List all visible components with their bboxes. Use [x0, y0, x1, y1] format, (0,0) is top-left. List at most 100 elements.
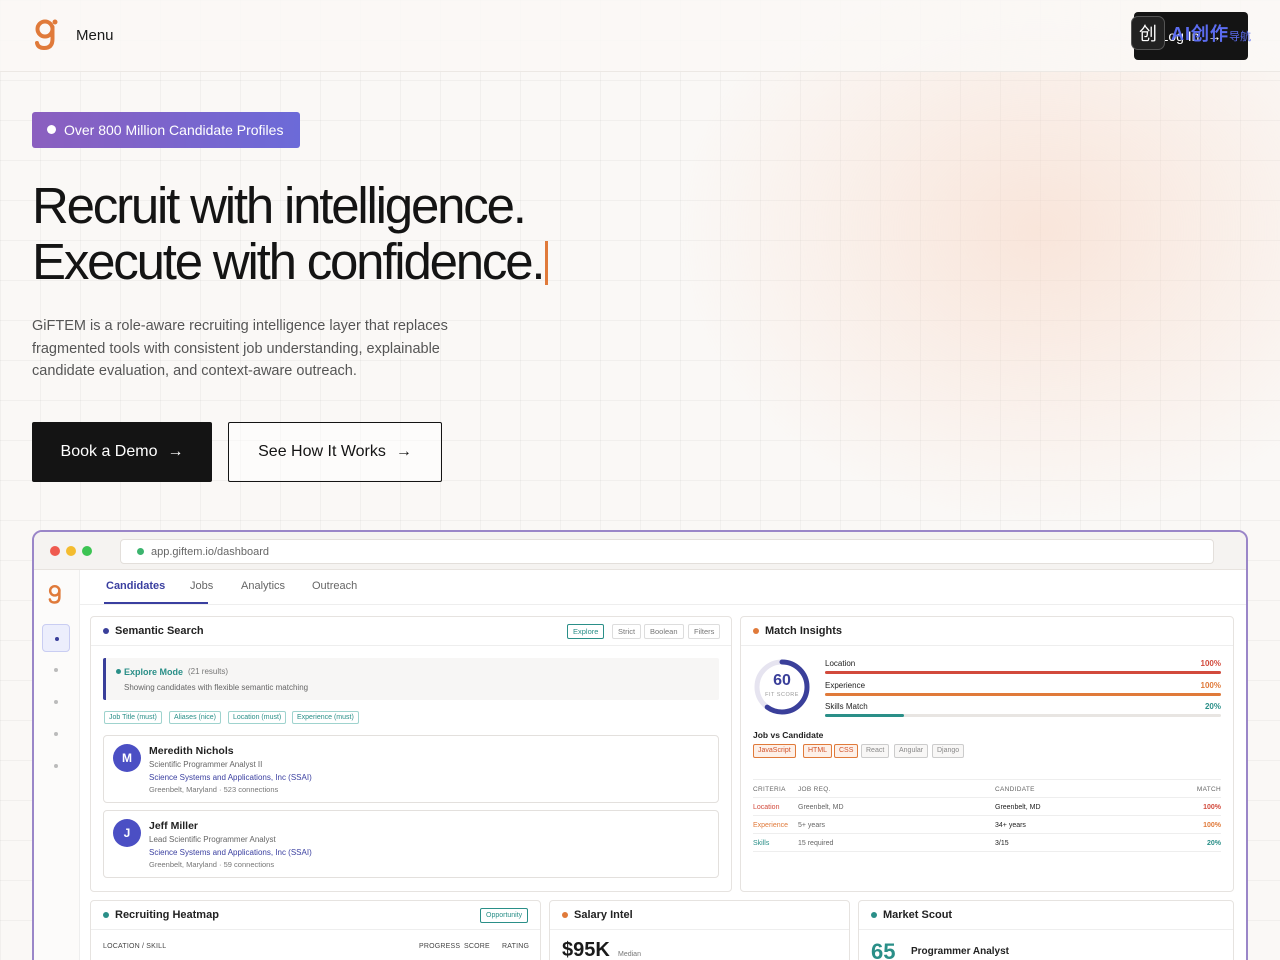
filter-tag[interactable]: Location (must): [228, 711, 287, 724]
semantic-search-card: Semantic Search Explore Strict Boolean F…: [90, 616, 732, 892]
card-title: Salary Intel: [574, 909, 633, 921]
col-criteria: CRITERIA: [753, 786, 786, 793]
filter-tag[interactable]: Aliases (nice): [169, 711, 222, 724]
giftem-logo-icon[interactable]: [48, 584, 64, 605]
candidate-company[interactable]: Science Systems and Applications, Inc (S…: [149, 773, 312, 782]
typing-caret: [545, 241, 549, 285]
active-tab-indicator: [104, 602, 208, 604]
recruiting-heatmap-card: Recruiting Heatmap Opportunity LOCATION …: [90, 900, 541, 960]
profiles-badge: Over 800 Million Candidate Profiles: [32, 112, 300, 148]
app-tabs: Candidates Jobs Analytics Outreach: [80, 570, 1246, 605]
status-dot-icon: [103, 628, 109, 634]
candidate-connections: 523 connections: [223, 785, 279, 794]
row-cand: 3/15: [995, 840, 1009, 847]
status-dot-icon: [562, 912, 568, 918]
candidate-card[interactable]: J Jeff Miller Lead Scientific Programmer…: [103, 810, 719, 878]
row-match: 100%: [1203, 822, 1221, 829]
card-header: Semantic Search Explore Strict Boolean F…: [91, 617, 731, 646]
candidate-connections: 59 connections: [223, 860, 275, 869]
app-sidebar: [34, 570, 80, 960]
filter-tag[interactable]: Job Title (must): [104, 711, 162, 724]
col-progress: PROGRESS: [419, 943, 461, 950]
candidate-name: Jeff Miller: [149, 820, 199, 832]
criteria-table: CRITERIA JOB REQ. CANDIDATE MATCH Locati…: [753, 779, 1221, 852]
sidebar-item-active[interactable]: [42, 624, 70, 652]
mode-strict-chip[interactable]: Strict: [612, 624, 642, 639]
top-nav: Menu Log In → 创 AI创作 导航: [0, 0, 1280, 72]
row-match: 20%: [1206, 840, 1221, 847]
dashboard-preview-window: app.giftem.io/dashboard Candidates Jobs …: [32, 530, 1248, 960]
candidate-meta: Greenbelt, Maryland · 523 connections: [149, 785, 279, 794]
dot-icon: [54, 700, 58, 704]
row-criteria: Skills: [753, 840, 770, 847]
sidebar-item[interactable]: [42, 656, 70, 684]
skill-tag: React: [861, 744, 890, 758]
mode-explore-chip[interactable]: Explore: [567, 624, 605, 639]
headline-line-1: Recruit with intelligence.: [32, 177, 527, 234]
col-score: SCORE: [464, 943, 490, 950]
menu-button[interactable]: Menu: [76, 27, 114, 44]
scout-role: Programmer Analyst: [911, 946, 1009, 957]
book-demo-label: Book a Demo: [60, 443, 158, 460]
dot-icon: [54, 764, 58, 768]
salary-value: $95K: [562, 939, 610, 960]
watermark-logo: 创 AI创作 导航: [1131, 14, 1253, 52]
see-how-it-works-button[interactable]: See How It Works →: [228, 422, 442, 482]
status-dot-icon: [103, 912, 109, 918]
arrow-right-icon: →: [167, 443, 184, 460]
card-title: Recruiting Heatmap: [115, 909, 219, 921]
tab-jobs[interactable]: Jobs: [190, 580, 213, 592]
filter-tag[interactable]: Experience (must): [292, 711, 359, 724]
col-candidate: CANDIDATE: [995, 786, 1035, 793]
maximize-dot-icon[interactable]: [82, 546, 92, 556]
skill-tag-matched: CSS: [834, 744, 859, 758]
candidate-title: Lead Scientific Programmer Analyst: [149, 835, 276, 844]
card-title: Market Scout: [883, 909, 953, 921]
giftem-logo-icon[interactable]: [34, 18, 60, 52]
mode-filters-chip[interactable]: Filters: [688, 624, 721, 639]
row-req: 5+ years: [798, 822, 826, 829]
opportunity-badge[interactable]: Opportunity: [480, 908, 529, 923]
tab-candidates[interactable]: Candidates: [106, 580, 165, 592]
bar-percent: 100%: [1200, 681, 1221, 690]
tab-analytics[interactable]: Analytics: [241, 580, 285, 592]
badge-label: Over 800 Million Candidate Profiles: [64, 122, 284, 138]
minimize-dot-icon[interactable]: [66, 546, 76, 556]
tab-outreach[interactable]: Outreach: [312, 580, 357, 592]
status-dot-icon: [871, 912, 877, 918]
arrow-right-icon: →: [395, 443, 412, 460]
secure-dot-icon: [137, 548, 144, 555]
close-dot-icon[interactable]: [50, 546, 60, 556]
candidate-company[interactable]: Science Systems and Applications, Inc (S…: [149, 848, 312, 857]
skill-tag: Django: [932, 744, 965, 758]
dot-icon: [54, 732, 58, 736]
match-insights-card: Match Insights 60 FIT SCORE Location 100…: [740, 616, 1234, 892]
bar-track: [825, 693, 1221, 696]
status-dot-icon: [753, 628, 759, 634]
job-vs-candidate-title: Job vs Candidate: [753, 730, 824, 740]
candidate-card[interactable]: M Meredith Nichols Scientific Programmer…: [103, 735, 719, 803]
sidebar-item[interactable]: [42, 688, 70, 716]
headline-line-2: Execute with confidence.: [32, 233, 546, 290]
browser-chrome: app.giftem.io/dashboard: [34, 532, 1246, 570]
col-job-req: JOB REQ.: [798, 786, 831, 793]
explore-mode-banner: Explore Mode (21 results) Showing candid…: [103, 658, 719, 700]
col-location-skill: LOCATION / SKILL: [103, 943, 167, 950]
match-bar: Skills Match 20%: [825, 702, 1221, 722]
url-bar[interactable]: app.giftem.io/dashboard: [120, 539, 1214, 564]
url-text: app.giftem.io/dashboard: [151, 545, 270, 558]
bar-fill: [825, 693, 1221, 696]
book-demo-button[interactable]: Book a Demo →: [32, 422, 212, 482]
match-bar: Location 100%: [825, 659, 1221, 679]
col-match: MATCH: [1196, 786, 1221, 793]
dot-icon: [54, 668, 58, 672]
table-row: Skills 15 required 3/15 20%: [753, 834, 1221, 852]
sidebar-item[interactable]: [42, 752, 70, 780]
bar-percent: 100%: [1200, 659, 1221, 668]
avatar: J: [113, 819, 141, 847]
table-row: Location Greenbelt, MD Greenbelt, MD 100…: [753, 798, 1221, 816]
sidebar-item[interactable]: [42, 720, 70, 748]
bar-label: Location: [825, 659, 856, 668]
card-header: Salary Intel: [550, 901, 849, 930]
mode-boolean-chip[interactable]: Boolean: [644, 624, 684, 639]
